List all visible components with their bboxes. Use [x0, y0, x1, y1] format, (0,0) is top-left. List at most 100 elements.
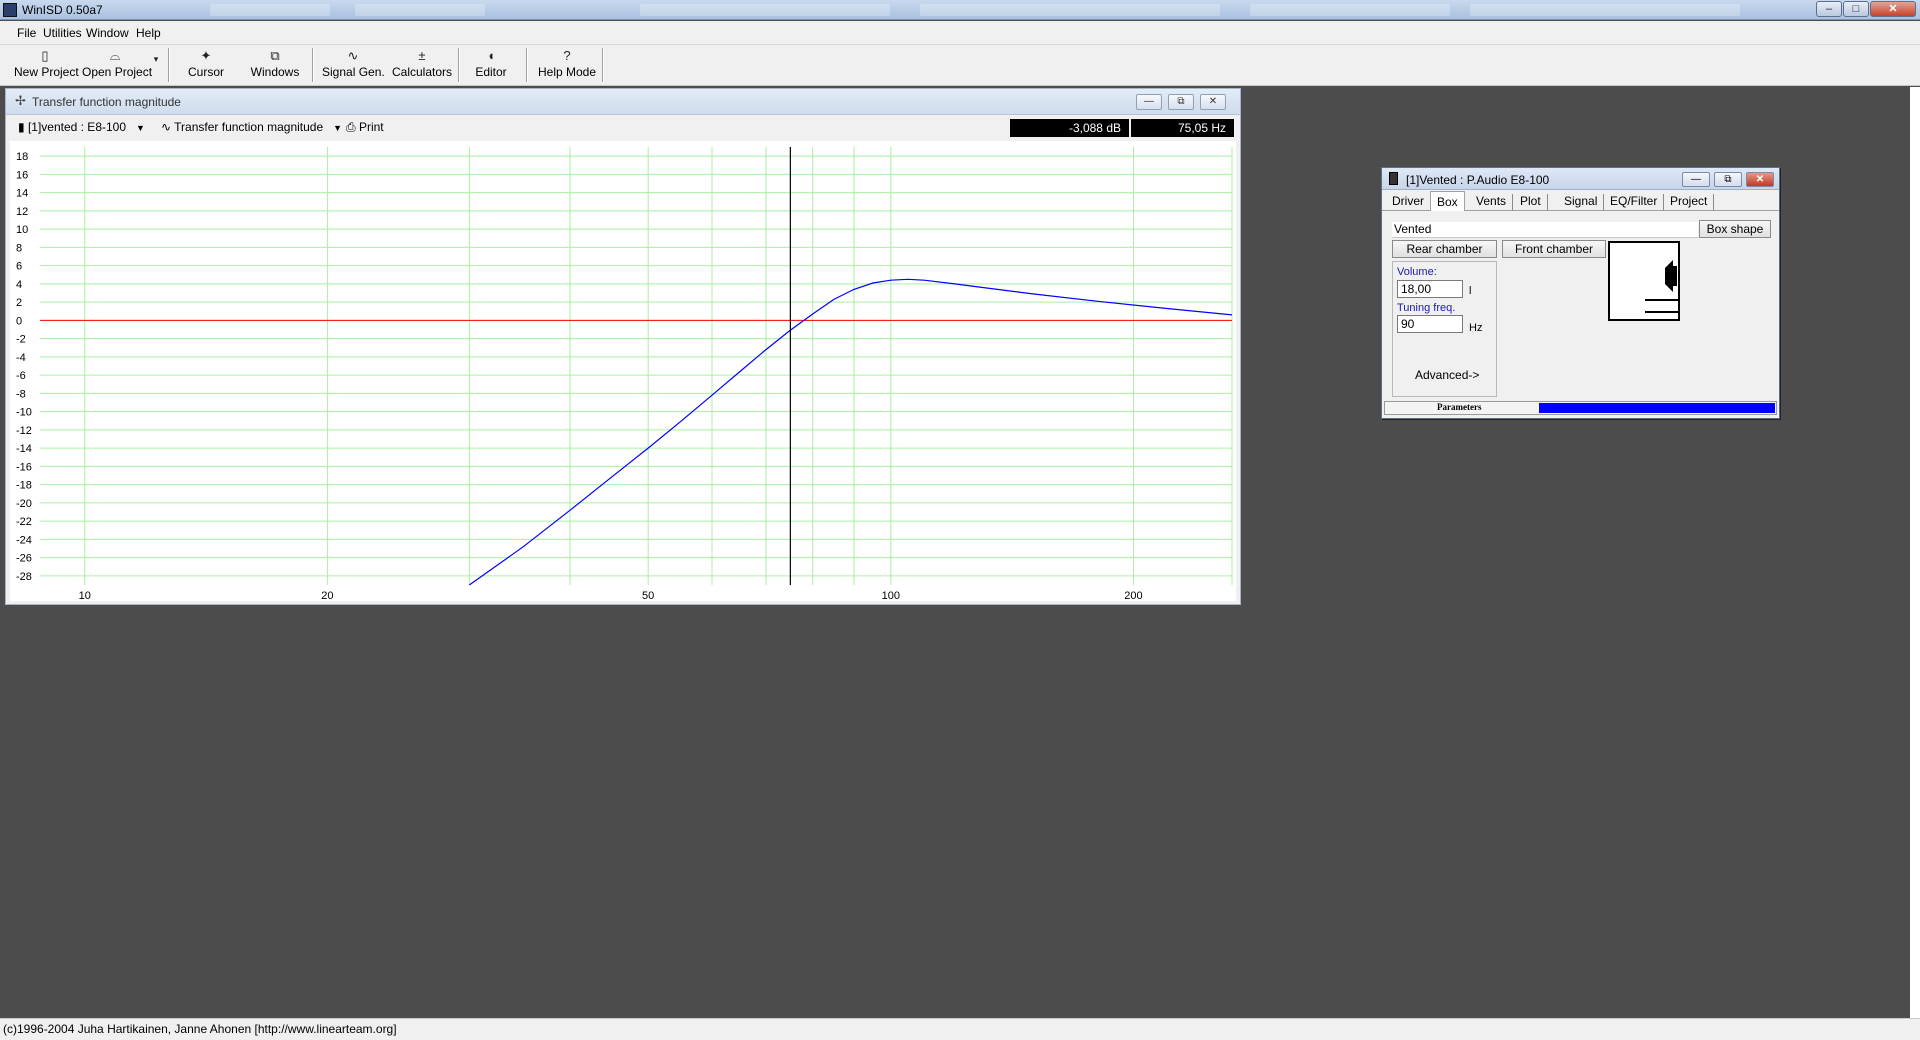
tuning-freq-input[interactable]: 90 — [1397, 315, 1463, 333]
toolbar-separator — [168, 48, 170, 82]
calculators-button[interactable]: ± Calculators — [392, 47, 452, 83]
tab-plot[interactable]: Plot — [1514, 194, 1548, 210]
editor-button[interactable]: ◖ Editor — [468, 47, 514, 83]
speaker-box-icon — [1389, 172, 1398, 185]
project-select[interactable]: ▮ [1]vented : E8-100 ▼ — [18, 120, 145, 134]
new-project-button[interactable]: ▯ New Project — [14, 47, 79, 83]
menu-bar: File Utilities Window Help — [0, 21, 1920, 45]
app-title-bar: WinISD 0.50a7 – □ ✕ — [0, 0, 1920, 20]
transfer-function-chart[interactable]: 181614121086420-2-4-6-8-10-12-14-16-18-2… — [10, 141, 1236, 601]
y-tick-label: -8 — [16, 388, 26, 400]
box-maximize-button[interactable]: ⧉ — [1714, 172, 1742, 187]
box-window-title-bar[interactable]: [1]Vented : P.Audio E8-100 — ⧉ ✕ — [1382, 168, 1779, 190]
menu-window[interactable]: Window — [86, 26, 129, 40]
x-tick-label: 10 — [79, 590, 91, 601]
transfer-function-window: ✢ Transfer function magnitude — ⧉ ✕ ▮ [1… — [5, 88, 1241, 605]
y-tick-label: -24 — [16, 534, 32, 546]
windows-button[interactable]: ⧉ Windows — [246, 47, 304, 83]
app-icon — [3, 3, 17, 17]
graph-type-select[interactable]: ∿ Transfer function magnitude ▼ — [161, 120, 342, 134]
status-bar: (c)1996-2004 Juha Hartikainen, Janne Aho… — [0, 1018, 1920, 1040]
tab-box[interactable]: Box — [1430, 191, 1465, 211]
menu-help[interactable]: Help — [136, 26, 161, 40]
app-title: WinISD 0.50a7 — [22, 3, 103, 17]
folder-open-icon: ⌓ — [109, 48, 121, 63]
y-tick-label: -10 — [16, 407, 32, 419]
y-tick-label: 18 — [16, 151, 28, 163]
x-tick-label: 20 — [321, 590, 333, 601]
chart-close-button[interactable]: ✕ — [1200, 94, 1226, 110]
y-tick-label: -6 — [16, 370, 26, 382]
status-bar-fill — [1539, 403, 1775, 413]
new-file-icon: ▯ — [41, 48, 49, 63]
chart-background — [10, 141, 1236, 601]
advanced-link[interactable]: Advanced-> — [1415, 368, 1479, 382]
box-window-title: [1]Vented : P.Audio E8-100 — [1406, 173, 1550, 187]
print-button[interactable]: ⎙ Print — [346, 120, 384, 135]
dropdown-arrow-icon: ▾ — [153, 54, 159, 64]
box-design-window: [1]Vented : P.Audio E8-100 — ⧉ ✕ Driver … — [1381, 167, 1780, 419]
open-project-button[interactable]: ⌓ Open Project — [82, 47, 152, 83]
toolbar-separator — [602, 48, 604, 82]
chart-window-title-bar[interactable]: ✢ Transfer function magnitude — ⧉ ✕ — [6, 89, 1240, 115]
y-tick-label: -28 — [16, 571, 32, 583]
chart-toolbar: ▮ [1]vented : E8-100 ▼ ∿ Transfer functio… — [6, 116, 1240, 140]
taskbar-ghost — [1250, 4, 1450, 16]
help-mode-button[interactable]: ? Help Mode — [536, 47, 598, 83]
tab-vents[interactable]: Vents — [1470, 194, 1514, 210]
tab-driver[interactable]: Driver — [1386, 194, 1431, 210]
taskbar-ghost — [920, 4, 1220, 16]
open-project-dropdown[interactable]: ▾ — [150, 47, 162, 83]
y-tick-label: -2 — [16, 334, 26, 346]
close-button[interactable]: ✕ — [1870, 1, 1916, 17]
question-icon: ? — [563, 48, 571, 63]
tab-eq-filter[interactable]: EQ/Filter — [1604, 194, 1665, 210]
tab-project[interactable]: Project — [1664, 194, 1715, 210]
dropdown-arrow-icon: ▼ — [333, 123, 343, 133]
tuning-freq-label: Tuning freq. — [1397, 302, 1456, 314]
front-chamber-tab[interactable]: Front chamber — [1502, 240, 1606, 258]
maximize-button[interactable]: □ — [1843, 1, 1869, 17]
menu-utilities[interactable]: Utilities — [43, 26, 82, 40]
box-shape-button[interactable]: Box shape — [1699, 220, 1771, 238]
y-tick-label: 2 — [16, 297, 22, 309]
minimize-button[interactable]: – — [1816, 1, 1842, 17]
taskbar-ghost — [640, 4, 890, 16]
y-tick-label: -18 — [16, 480, 32, 492]
y-tick-label: -4 — [16, 352, 26, 364]
taskbar-ghost — [210, 4, 330, 16]
box-tabs: Driver Box Vents Plot Signal EQ/Filter P… — [1382, 191, 1779, 211]
y-tick-label: 4 — [16, 279, 22, 291]
pin-icon[interactable]: ✢ — [15, 93, 26, 109]
volume-input[interactable]: 18,00 — [1397, 280, 1463, 298]
chart-maximize-button[interactable]: ⧉ — [1168, 94, 1194, 110]
y-tick-label: 10 — [16, 224, 28, 236]
sine-wave-icon: ∿ — [161, 120, 175, 134]
rear-chamber-tab[interactable]: Rear chamber — [1392, 240, 1497, 258]
menu-file[interactable]: File — [17, 26, 36, 40]
calculator-icon: ± — [418, 48, 426, 63]
chart-minimize-button[interactable]: — — [1136, 94, 1162, 110]
y-tick-label: 12 — [16, 206, 28, 218]
y-tick-label: -16 — [16, 461, 32, 473]
crosshair-icon: ✦ — [200, 48, 212, 63]
toolbar-separator — [458, 48, 460, 82]
workspace-edge — [1910, 87, 1920, 1018]
box-close-button[interactable]: ✕ — [1746, 172, 1774, 187]
y-tick-label: -22 — [16, 516, 32, 528]
speaker-icon: ◖ — [487, 48, 495, 63]
volume-unit: l — [1469, 285, 1472, 297]
toolbar: ▯ New Project ⌓ Open Project ▾ ✦ Cursor … — [0, 45, 1920, 86]
signal-gen-button[interactable]: ∿ Signal Gen. — [322, 47, 385, 83]
tab-signal[interactable]: Signal — [1558, 194, 1605, 210]
printer-icon: ⎙ — [346, 120, 359, 134]
taskbar-ghost — [355, 4, 485, 16]
y-tick-label: 6 — [16, 261, 22, 273]
cursor-button[interactable]: ✦ Cursor — [180, 47, 232, 83]
box-type-field[interactable]: Vented — [1392, 222, 1698, 238]
x-tick-label: 50 — [642, 590, 654, 601]
box-minimize-button[interactable]: — — [1682, 172, 1710, 187]
x-tick-label: 200 — [1124, 590, 1142, 601]
y-tick-label: 0 — [16, 315, 22, 327]
y-tick-label: -26 — [16, 553, 32, 565]
